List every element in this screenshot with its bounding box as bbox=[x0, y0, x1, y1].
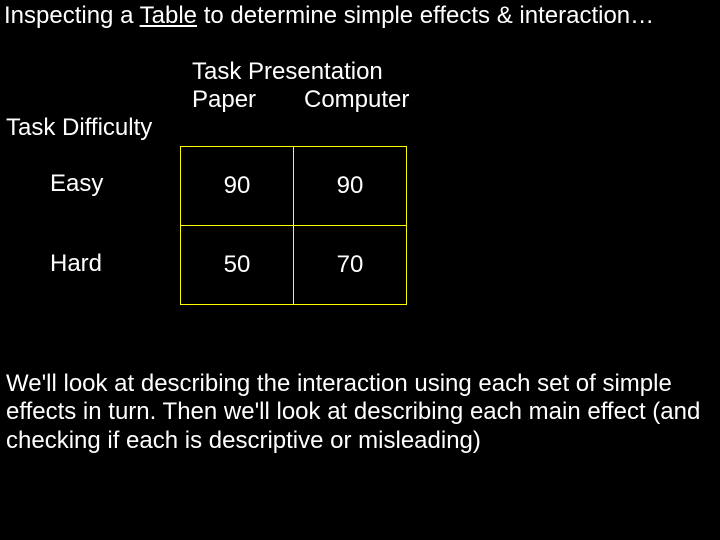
title-prefix: Inspecting a bbox=[4, 2, 140, 29]
column-level-paper: Paper bbox=[192, 86, 256, 114]
data-table: 90 90 50 70 bbox=[180, 146, 407, 305]
row-factor-label: Task Difficulty bbox=[6, 114, 152, 142]
column-level-computer: Computer bbox=[304, 86, 409, 114]
column-factor-label: Task Presentation bbox=[192, 58, 383, 86]
cell-hard-paper: 50 bbox=[181, 226, 294, 305]
row-level-hard: Hard bbox=[50, 250, 102, 278]
slide: Inspecting a Table to determine simple e… bbox=[0, 0, 720, 540]
cell-hard-computer: 70 bbox=[294, 226, 407, 305]
cell-easy-computer: 90 bbox=[294, 147, 407, 226]
slide-title: Inspecting a Table to determine simple e… bbox=[4, 2, 654, 30]
body-paragraph: We'll look at describing the interaction… bbox=[6, 370, 714, 455]
cell-easy-paper: 90 bbox=[181, 147, 294, 226]
title-suffix: to determine simple effects & interactio… bbox=[197, 2, 654, 29]
table-row: 50 70 bbox=[181, 226, 407, 305]
table-row: 90 90 bbox=[181, 147, 407, 226]
title-underlined: Table bbox=[140, 2, 197, 29]
row-level-easy: Easy bbox=[50, 170, 103, 198]
